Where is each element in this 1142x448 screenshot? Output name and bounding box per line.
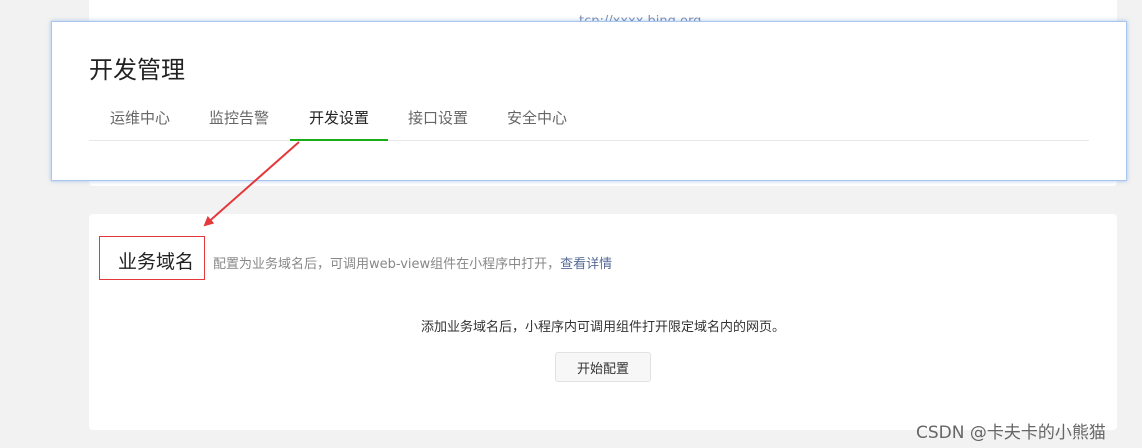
section-description-text: 配置为业务域名后，可调用web-view组件在小程序中打开，: [213, 257, 561, 272]
business-domain-card: 业务域名 配置为业务域名后，可调用web-view组件在小程序中打开，查看详情 …: [89, 214, 1117, 430]
empty-state-tip: 添加业务域名后，小程序内可调用组件打开限定域名内的网页。: [420, 320, 785, 335]
tab-monitoring-alerts[interactable]: 监控告警: [208, 108, 270, 140]
watermark: CSDN @卡夫卡的小熊猫: [916, 423, 1106, 443]
section-title: 业务域名: [118, 251, 195, 273]
view-details-link[interactable]: 查看详情: [560, 257, 612, 272]
page-title: 开发管理: [89, 56, 185, 84]
section-description: 配置为业务域名后，可调用web-view组件在小程序中打开，查看详情: [213, 253, 612, 272]
dev-management-panel: 开发管理 运维中心 监控告警 开发设置 接口设置 安全中心: [51, 21, 1127, 181]
tab-security-center[interactable]: 安全中心: [506, 108, 568, 140]
tab-ops-center[interactable]: 运维中心: [109, 108, 171, 140]
tab-bar: 运维中心 监控告警 开发设置 接口设置 安全中心: [89, 94, 1089, 141]
tab-api-settings[interactable]: 接口设置: [407, 108, 469, 140]
tab-dev-settings[interactable]: 开发设置: [290, 108, 388, 141]
start-config-button[interactable]: 开始配置: [555, 352, 651, 382]
